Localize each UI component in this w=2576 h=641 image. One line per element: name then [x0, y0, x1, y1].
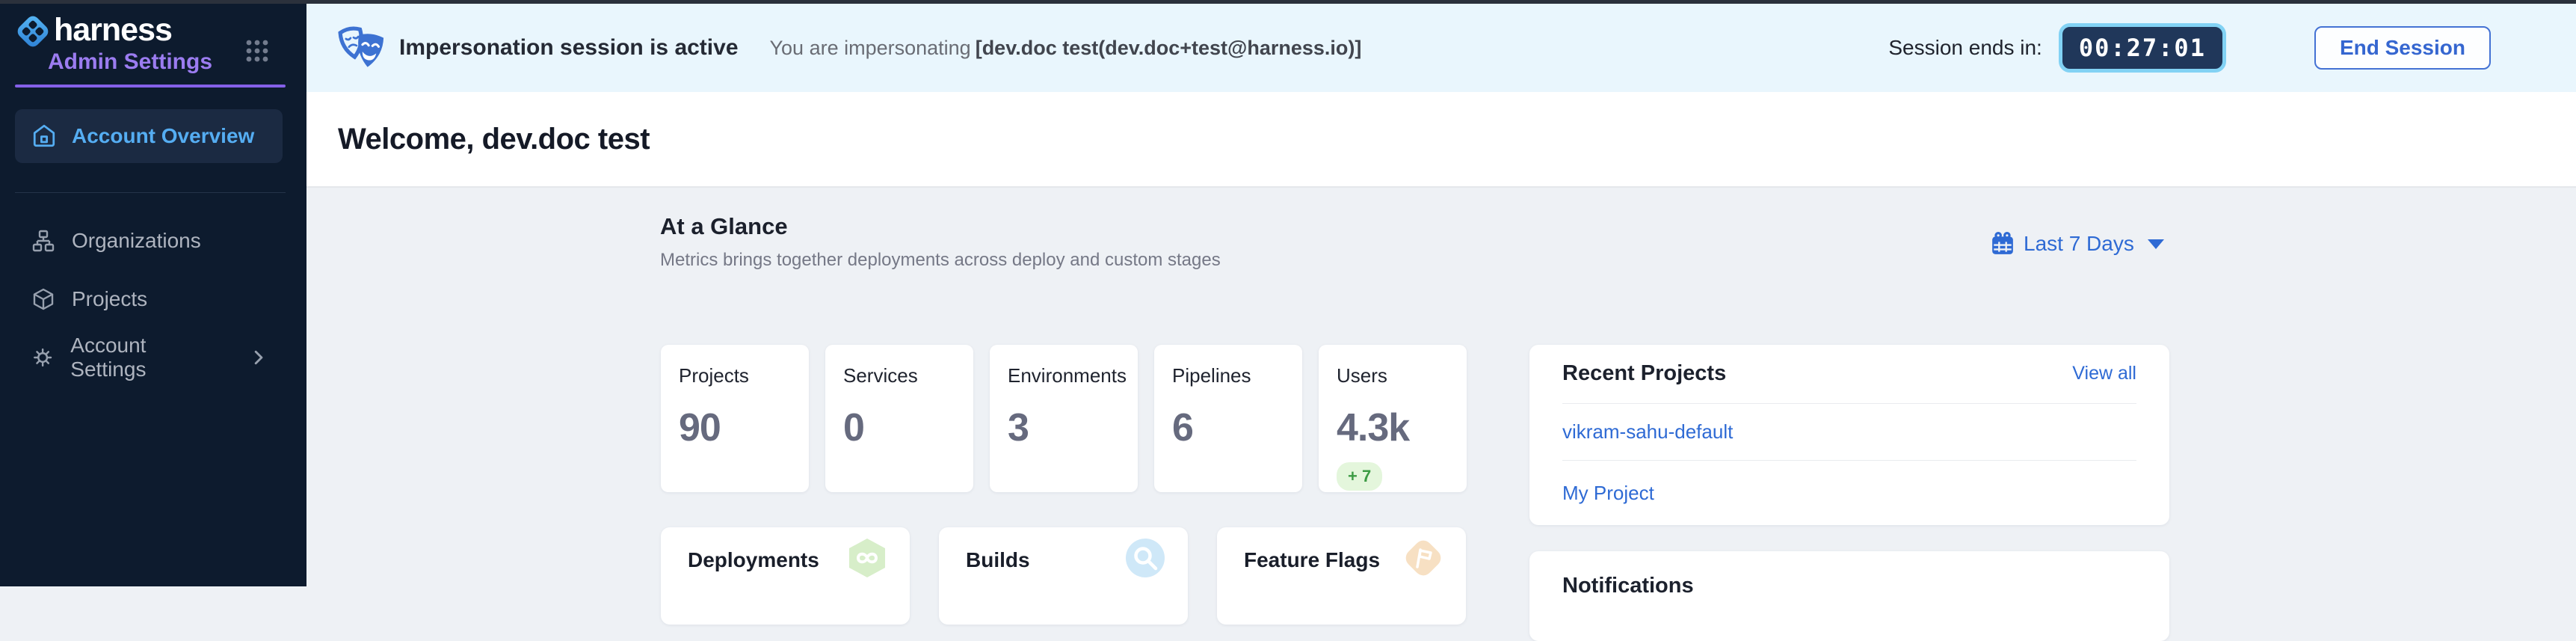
module-accent-bar [15, 85, 286, 88]
modules-row: Deployments Builds Feature Flags [661, 527, 1466, 625]
projects-cube-icon [31, 287, 55, 311]
metric-card-pipelines[interactable]: Pipelines 6 [1154, 345, 1302, 492]
sidebar-item-label: Account Settings [70, 334, 219, 381]
metric-card-environments[interactable]: Environments 3 [990, 345, 1138, 492]
deployments-icon [845, 536, 889, 580]
harness-logo-icon[interactable] [15, 13, 51, 49]
feature-flags-icon [1402, 536, 1445, 580]
impersonation-banner: Impersonation session is active You are … [306, 4, 2576, 92]
metric-card-projects[interactable]: Projects 90 [661, 345, 809, 492]
metric-value: 3 [1008, 405, 1120, 450]
date-range-picker[interactable]: Last 7 Days [1991, 232, 2164, 256]
recent-projects-panel: Recent Projects View all vikram-sahu-def… [1529, 345, 2169, 525]
main-content: At a Glance Metrics brings together depl… [306, 189, 2576, 586]
module-card-builds[interactable]: Builds [939, 527, 1188, 625]
metric-value: 90 [679, 405, 791, 450]
users-delta-badge: + 7 [1337, 462, 1382, 491]
module-label: Admin Settings [48, 49, 212, 75]
metric-label: Services [843, 364, 955, 387]
metric-label: Pipelines [1172, 364, 1284, 387]
sidebar: harness Admin Settings Account Overview … [0, 0, 306, 586]
glance-subtitle: Metrics brings together deployments acro… [660, 250, 1221, 271]
module-card-feature-flags[interactable]: Feature Flags [1217, 527, 1466, 625]
metric-value: 4.3k [1337, 405, 1449, 450]
sidebar-item-account-overview[interactable]: Account Overview [15, 109, 283, 163]
banner-title: Impersonation session is active [399, 35, 739, 61]
gear-icon [31, 346, 54, 369]
metric-label: Projects [679, 364, 791, 387]
module-title: Deployments [688, 548, 819, 572]
banner-subtitle: You are impersonating[dev.doc test(dev.d… [770, 37, 1362, 60]
metric-card-services[interactable]: Services 0 [825, 345, 973, 492]
glance-title: At a Glance [660, 213, 788, 240]
sidebar-item-label: Organizations [72, 229, 201, 253]
module-title: Builds [966, 548, 1030, 572]
home-icon [31, 123, 57, 149]
notifications-panel: Notifications [1529, 551, 2169, 641]
metric-value: 0 [843, 405, 955, 450]
welcome-header: Welcome, dev.doc test [306, 92, 2576, 188]
sidebar-item-account-settings[interactable]: Account Settings [0, 328, 306, 387]
impersonated-user: [dev.doc test(dev.doc+test@harness.io)] [976, 37, 1362, 59]
end-session-button[interactable]: End Session [2314, 26, 2491, 70]
sidebar-item-label: Account Overview [72, 124, 254, 148]
metric-label: Users [1337, 364, 1449, 387]
organizations-icon [31, 229, 55, 253]
sidebar-divider [15, 192, 286, 193]
sidebar-item-organizations[interactable]: Organizations [0, 212, 306, 270]
list-item: My Project [1562, 461, 2136, 525]
metric-card-users[interactable]: Users 4.3k + 7 [1319, 345, 1467, 492]
list-item: vikram-sahu-default [1562, 404, 2136, 461]
window-top-edge [0, 0, 2576, 4]
session-ends-label: Session ends in: [1888, 36, 2042, 60]
project-link-vikram-sahu-default[interactable]: vikram-sahu-default [1562, 420, 1733, 444]
sidebar-item-projects[interactable]: Projects [0, 270, 306, 328]
date-range-label: Last 7 Days [2024, 232, 2134, 256]
session-timer: 00:27:01 [2059, 23, 2226, 73]
sidebar-item-label: Projects [72, 287, 147, 311]
module-card-deployments[interactable]: Deployments [661, 527, 910, 625]
page-title: Welcome, dev.doc test [338, 123, 650, 156]
recent-projects-title: Recent Projects [1562, 361, 1726, 386]
logo-wordmark: harness [54, 12, 172, 49]
app-grid-icon[interactable] [245, 39, 269, 63]
view-all-link[interactable]: View all [2072, 363, 2136, 384]
impersonation-masks-icon [336, 25, 389, 71]
chevron-right-icon [252, 350, 265, 365]
metric-label: Environments [1008, 364, 1120, 387]
module-title: Feature Flags [1244, 548, 1380, 572]
metrics-row: Projects 90 Services 0 Environments 3 Pi… [661, 345, 1467, 492]
calendar-icon [1991, 232, 2015, 256]
metric-value: 6 [1172, 405, 1284, 450]
builds-icon [1124, 536, 1167, 580]
project-link-my-project[interactable]: My Project [1562, 482, 1654, 505]
caret-down-icon [2148, 239, 2164, 249]
